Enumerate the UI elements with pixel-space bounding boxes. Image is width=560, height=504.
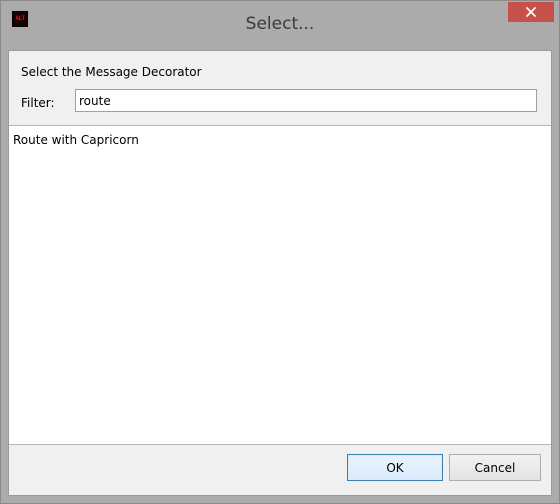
filter-label: Filter: xyxy=(21,96,55,110)
cancel-button[interactable]: Cancel xyxy=(449,454,541,481)
close-icon xyxy=(526,7,536,17)
header-panel: Select the Message Decorator Filter: xyxy=(9,51,551,125)
list-item[interactable]: Route with Capricorn xyxy=(13,133,139,147)
button-bar: OK Cancel xyxy=(9,445,551,495)
close-button[interactable] xyxy=(508,2,554,22)
decorator-list[interactable]: Route with Capricorn xyxy=(9,125,551,445)
dialog-prompt: Select the Message Decorator xyxy=(21,65,202,79)
dialog-window: ALT Select... Select the Message Decorat… xyxy=(0,0,560,504)
title-bar[interactable]: ALT Select... xyxy=(1,1,559,50)
ok-button[interactable]: OK xyxy=(347,454,443,481)
filter-input[interactable] xyxy=(75,89,537,112)
window-title: Select... xyxy=(245,14,315,34)
dialog-content: Select the Message Decorator Filter: Rou… xyxy=(8,50,552,496)
